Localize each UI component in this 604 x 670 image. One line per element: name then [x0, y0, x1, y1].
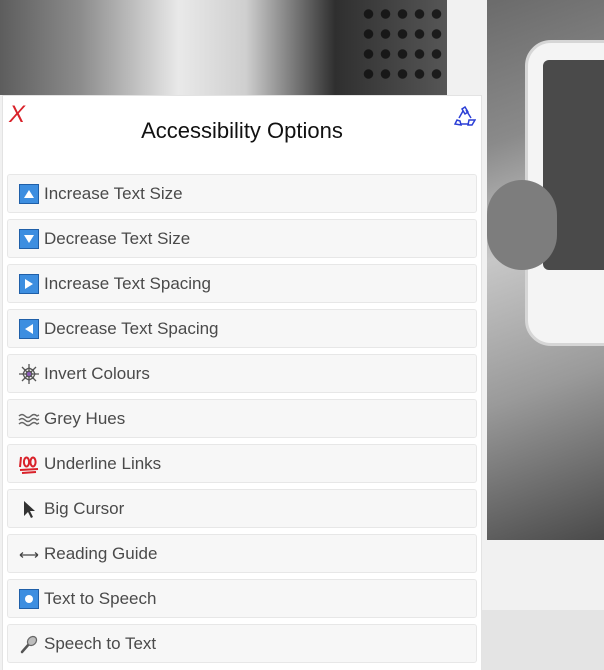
- option-label: Decrease Text Spacing: [44, 318, 219, 338]
- accessibility-panel: X Accessibility Options Increase Text Si…: [2, 95, 482, 670]
- hundred-points-icon: [18, 453, 40, 475]
- option-increase-text-size[interactable]: Increase Text Size: [7, 174, 477, 213]
- arrow-down-square-icon: [18, 228, 40, 250]
- option-label: Increase Text Size: [44, 183, 183, 203]
- option-reading-guide[interactable]: Reading Guide: [7, 534, 477, 573]
- background-photo-top: [0, 0, 447, 95]
- option-label: Big Cursor: [44, 498, 125, 518]
- option-decrease-text-size[interactable]: Decrease Text Size: [7, 219, 477, 258]
- background-hand: [487, 180, 557, 270]
- background-strip: [482, 610, 604, 670]
- option-label: Underline Links: [44, 453, 162, 473]
- arrow-right-square-icon: [18, 273, 40, 295]
- option-text-to-speech[interactable]: Text to Speech: [7, 579, 477, 618]
- arrow-left-square-icon: [18, 318, 40, 340]
- option-grey-hues[interactable]: Grey Hues: [7, 399, 477, 438]
- left-right-arrow-icon: [18, 543, 40, 565]
- option-label: Text to Speech: [44, 588, 157, 608]
- option-label: Invert Colours: [44, 363, 150, 383]
- option-label: Grey Hues: [44, 408, 126, 428]
- option-underline-links[interactable]: Underline Links: [7, 444, 477, 483]
- option-label: Decrease Text Size: [44, 228, 191, 248]
- arrow-up-square-icon: [18, 183, 40, 205]
- record-button-icon: [18, 588, 40, 610]
- option-label: Reading Guide: [44, 543, 158, 563]
- option-decrease-text-spacing[interactable]: Decrease Text Spacing: [7, 309, 477, 348]
- background-photo-right: [487, 0, 604, 540]
- spider-web-icon: [18, 363, 40, 385]
- panel-title: Accessibility Options: [141, 118, 343, 143]
- background-dots: [360, 4, 445, 84]
- option-big-cursor[interactable]: Big Cursor: [7, 489, 477, 528]
- cursor-arrow-icon: [18, 498, 40, 520]
- option-speech-to-text[interactable]: Speech to Text: [7, 624, 477, 663]
- microphone-icon: [18, 633, 40, 655]
- option-label: Speech to Text: [44, 633, 157, 653]
- option-label: Increase Text Spacing: [44, 273, 211, 293]
- waves-icon: [18, 408, 40, 430]
- options-list: Increase Text Size Decrease Text Size In…: [7, 174, 477, 669]
- option-invert-colours[interactable]: Invert Colours: [7, 354, 477, 393]
- option-increase-text-spacing[interactable]: Increase Text Spacing: [7, 264, 477, 303]
